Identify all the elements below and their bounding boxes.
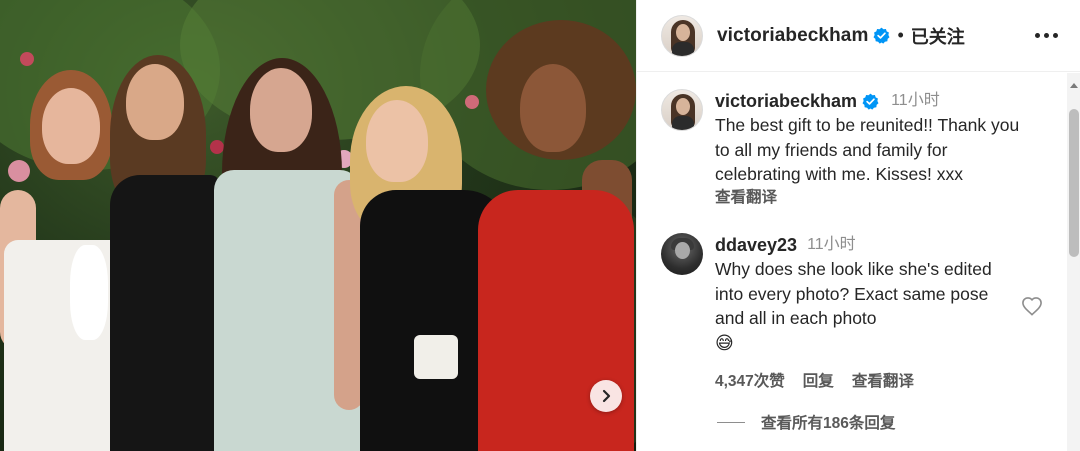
comment-time[interactable]: 11小时 <box>807 233 856 257</box>
post-photo[interactable] <box>0 0 636 451</box>
verified-badge-icon <box>862 93 879 110</box>
caption-username[interactable]: victoriabeckham <box>715 89 857 113</box>
post-side-panel: victoriabeckham • 已关注 victoriabeckham 11… <box>636 0 1080 451</box>
view-replies-text[interactable]: 查看所有186条回复 <box>761 411 895 433</box>
commenter-username[interactable]: ddavey23 <box>715 233 797 257</box>
flower <box>8 160 30 182</box>
view-replies-link[interactable]: 查看所有186条回复 <box>717 411 895 433</box>
comment-reply-button[interactable]: 回复 <box>803 369 834 391</box>
comment-text: Why does she look like she's edited into… <box>715 259 992 328</box>
flower <box>20 52 34 66</box>
verified-badge-icon <box>873 27 890 44</box>
separator-dot: • <box>897 25 904 45</box>
caption-time[interactable]: 11小时 <box>891 89 940 113</box>
author-avatar[interactable] <box>661 14 703 57</box>
sweat-smile-emoji: 😅 <box>715 332 734 353</box>
flower <box>210 140 224 154</box>
comment-actions: 4,347次赞 回复 查看翻译 <box>715 369 1067 391</box>
comments-scrollbar[interactable] <box>1067 73 1080 451</box>
scrollbar-thumb[interactable] <box>1069 109 1079 257</box>
post-header: victoriabeckham • 已关注 <box>637 0 1080 72</box>
post-caption: victoriabeckham 11小时 The best gift to be… <box>661 89 1067 209</box>
author-username[interactable]: victoriabeckham <box>717 25 868 47</box>
comment-item: ddavey23 11小时 Why does she look like she… <box>661 233 1067 391</box>
chevron-right-icon <box>602 389 611 403</box>
comments-section[interactable]: victoriabeckham 11小时 The best gift to be… <box>637 73 1067 451</box>
comment-translate-link[interactable]: 查看翻译 <box>852 369 914 391</box>
commenter-avatar[interactable] <box>661 233 703 275</box>
scroll-up-arrow-icon[interactable] <box>1070 83 1078 88</box>
comment-like-count[interactable]: 4,347次赞 <box>715 369 785 391</box>
caption-translate-link[interactable]: 查看翻译 <box>715 187 777 209</box>
more-options-icon[interactable] <box>1035 33 1058 38</box>
caption-avatar[interactable] <box>661 89 703 131</box>
flower <box>465 95 479 109</box>
next-photo-button[interactable] <box>590 380 622 412</box>
caption-text: The best gift to be reunited!! Thank you… <box>715 115 1020 184</box>
replies-divider-line <box>717 421 745 423</box>
following-button[interactable]: 已关注 <box>911 23 965 49</box>
comment-like-heart-icon[interactable] <box>1021 296 1043 321</box>
